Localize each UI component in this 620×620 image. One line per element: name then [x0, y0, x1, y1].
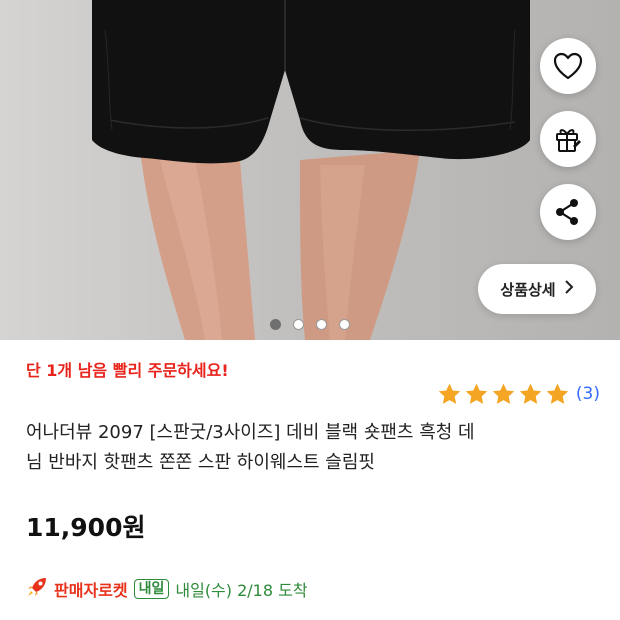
product-detail-label: 상품상세 — [500, 280, 556, 299]
star-icon — [492, 383, 515, 404]
share-icon — [554, 198, 582, 226]
product-image[interactable]: 상품상세 — [0, 0, 620, 340]
star-icon — [546, 383, 569, 404]
pagination-dot[interactable] — [339, 319, 350, 330]
delivery-info: 판매자로켓 내일 내일(수) 2/18 도착 — [26, 576, 308, 602]
product-title-line: 님 반바지 핫팬츠 쫀쫀 스판 하이웨스트 슬림핏 — [26, 452, 375, 473]
rating-summary[interactable]: (3) — [437, 381, 600, 407]
pagination-dot[interactable] — [270, 319, 281, 330]
gift-button[interactable] — [540, 111, 596, 167]
image-pagination — [0, 319, 620, 333]
pagination-dot[interactable] — [293, 319, 304, 330]
gift-icon — [553, 124, 583, 154]
star-icon — [465, 383, 488, 404]
like-button[interactable] — [540, 38, 596, 94]
rocket-icon — [26, 576, 48, 602]
chevron-right-icon — [564, 280, 574, 298]
star-icon — [438, 383, 461, 404]
product-detail-button[interactable]: 상품상세 — [478, 264, 596, 314]
product-title: 어나더뷰 2097 [스판굿/3사이즈] 데비 블랙 숏팬츠 흑청 데 님 반바… — [26, 418, 601, 478]
star-icon — [519, 383, 542, 404]
arrival-date: 내일(수) 2/18 도착 — [175, 581, 308, 600]
product-price: 11,900원 — [26, 513, 146, 542]
review-count-link[interactable]: (3) — [576, 384, 600, 404]
pagination-dot[interactable] — [316, 319, 327, 330]
stock-alert: 단 1개 남음 빨리 주문하세요! — [26, 361, 229, 380]
seller-rocket-label: 판매자로켓 — [54, 581, 128, 600]
heart-icon — [553, 52, 583, 80]
product-title-line: 어나더뷰 2097 [스판굿/3사이즈] 데비 블랙 숏팬츠 흑청 데 — [26, 422, 475, 443]
share-button[interactable] — [540, 184, 596, 240]
tomorrow-badge: 내일 — [133, 579, 170, 599]
